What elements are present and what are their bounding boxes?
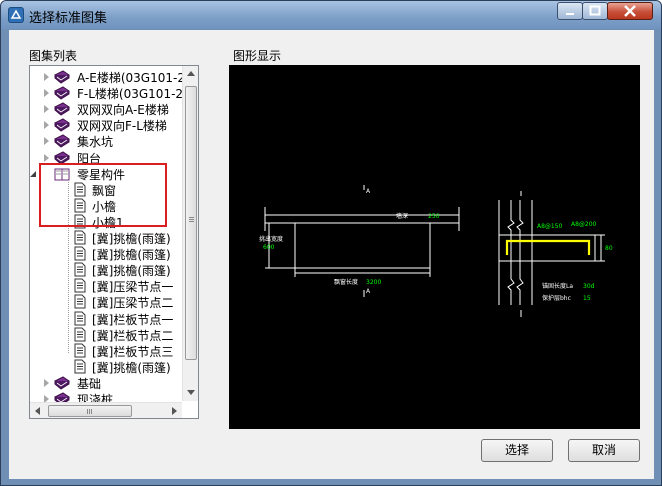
scroll-up-icon[interactable] — [187, 71, 195, 76]
app-icon — [8, 7, 24, 23]
scroll-left-icon[interactable] — [35, 407, 40, 415]
cover-value: 15 — [583, 295, 591, 302]
wall-depth-value: 250 — [428, 213, 440, 220]
tree-item-label: [冀]挑檐(雨篷) — [92, 248, 171, 263]
vertical-scroll-thumb[interactable] — [185, 86, 197, 360]
expand-arrow-icon[interactable] — [44, 89, 49, 98]
tree-item[interactable]: [冀]挑檐(雨篷) — [62, 230, 198, 246]
tree-item-label: [冀]挑檐(雨篷) — [92, 360, 171, 375]
expand-arrow-icon[interactable] — [44, 378, 49, 387]
preview-drawing: 墙深 挑出宽度 飘窗长度 锚固长度La 保护层bhc A A 250 600 3… — [259, 185, 613, 317]
expand-arrow-icon[interactable] — [44, 153, 49, 162]
document-icon — [74, 327, 86, 342]
book-icon — [54, 102, 70, 116]
atlas-tree[interactable]: A-E楼梯(03G101-2) F-L楼梯(03G101-2) 双网双向A-E楼梯双… — [29, 65, 199, 419]
tree-item-label: F-L楼梯(03G101-2) — [77, 87, 188, 102]
document-icon — [74, 294, 86, 309]
tree-item-label: 基础 — [77, 376, 102, 391]
cancel-button[interactable]: 取消 — [568, 439, 640, 462]
book-icon — [54, 70, 70, 84]
tree-item-label: [冀]挑檐(雨篷) — [92, 264, 171, 279]
tree-item[interactable]: [冀]栏板节点二 — [62, 327, 198, 343]
tree-item-label: [冀]栏板节点一 — [92, 312, 174, 327]
minimize-button[interactable] — [557, 2, 583, 20]
tree-panel-label: 图集列表 — [29, 49, 78, 63]
anchor-label: 锚固长度La — [542, 282, 573, 290]
annotation-highlight-box — [39, 163, 167, 227]
document-icon — [74, 311, 86, 325]
horizontal-scroll-thumb[interactable] — [48, 405, 132, 417]
tree-horizontal-scrollbar[interactable] — [30, 402, 182, 418]
close-icon — [624, 5, 636, 17]
tree-item[interactable]: [冀]挑檐(雨篷) — [62, 262, 198, 279]
tree-item-label: 双网双向A-E楼梯 — [77, 103, 169, 118]
document-icon — [74, 359, 86, 374]
tree-item-label: 集水坑 — [77, 135, 114, 150]
document-icon — [74, 230, 86, 245]
tree-item[interactable]: 双网双向A-E楼梯 — [32, 101, 192, 117]
tree-item[interactable]: [冀]挑檐(雨篷) — [62, 246, 198, 263]
title-bar[interactable]: 选择标准图集 — [1, 1, 661, 29]
tree-item[interactable]: 双网双向F-L楼梯 — [32, 117, 192, 133]
anchor-value: 30d — [583, 283, 595, 290]
expand-arrow-icon[interactable] — [44, 137, 49, 146]
tree-item-label: [冀]栏板节点三 — [92, 344, 174, 359]
drawing-preview: 墙深 挑出宽度 飘窗长度 锚固长度La 保护层bhc A A 250 600 3… — [229, 65, 640, 429]
maximize-icon — [589, 5, 601, 16]
book-icon — [54, 118, 70, 132]
select-button[interactable]: 选择 — [481, 439, 553, 462]
collapse-arrow-icon[interactable] — [30, 170, 36, 177]
rebar-1-label: A8@150 — [537, 223, 563, 230]
tree-item[interactable]: [冀]栏板节点一 — [62, 311, 198, 327]
tree-item[interactable]: 集水坑 — [32, 133, 192, 149]
book-icon — [54, 376, 70, 390]
scroll-down-icon[interactable] — [187, 390, 195, 395]
expand-arrow-icon[interactable] — [44, 121, 49, 130]
overhang-label: 挑出宽度 — [259, 235, 283, 243]
preview-panel-label: 图形显示 — [233, 49, 282, 63]
length-label: 飘窗长度 — [334, 278, 358, 286]
overhang-value: 600 — [263, 244, 275, 251]
tree-item-label: 双网双向F-L楼梯 — [77, 119, 167, 134]
scroll-right-icon[interactable] — [172, 407, 177, 415]
dialog-window: 选择标准图集 图集列表 图形显示 A-E楼梯(03G101-2) F-L楼梯(03… — [0, 0, 662, 486]
close-button[interactable] — [607, 2, 653, 20]
rebar-polyline — [505, 239, 591, 255]
book-icon — [54, 134, 70, 149]
cover-label: 保护层bhc — [542, 294, 571, 302]
tree-item-label: [冀]栏板节点二 — [92, 328, 174, 343]
wall-depth-label: 墙深 — [396, 212, 408, 220]
tree-item[interactable]: [冀]栏板节点三 — [62, 343, 198, 359]
rebar-2-label: A8@200 — [571, 221, 597, 228]
tree-item-label: [冀]挑檐(雨篷) — [92, 232, 171, 246]
tree-item-label: A-E楼梯(03G101-2) — [77, 71, 190, 85]
right-dimension-value: 80 — [605, 245, 613, 252]
expand-arrow-icon[interactable] — [44, 73, 49, 81]
document-icon — [74, 343, 86, 358]
tree-item[interactable]: [冀]挑檐(雨篷) — [62, 359, 198, 375]
window-outline — [294, 222, 431, 269]
tree-item-label: [冀]压梁节点二 — [92, 296, 174, 311]
document-icon — [74, 246, 86, 261]
book-icon — [54, 86, 70, 100]
tree-vertical-scrollbar[interactable] — [182, 66, 198, 401]
tree-item-label: [冀]压梁节点一 — [92, 280, 174, 295]
maximize-button[interactable] — [582, 2, 608, 20]
tree-item[interactable]: 基础 — [32, 375, 192, 391]
document-icon — [74, 278, 86, 293]
tree-item[interactable]: [冀]压梁节点二 — [62, 294, 198, 311]
document-icon — [74, 262, 86, 277]
window-title: 选择标准图集 — [29, 11, 108, 26]
tree-item[interactable]: A-E楼梯(03G101-2) — [32, 69, 192, 85]
expand-arrow-icon[interactable] — [44, 105, 49, 114]
length-value: 3200 — [366, 279, 381, 286]
tree-item[interactable]: [冀]压梁节点一 — [62, 278, 198, 295]
section-mark-a: A — [366, 188, 371, 195]
section-mark-b: A — [366, 288, 371, 295]
tree-item[interactable]: F-L楼梯(03G101-2) — [32, 85, 192, 101]
minimize-icon — [566, 13, 574, 15]
